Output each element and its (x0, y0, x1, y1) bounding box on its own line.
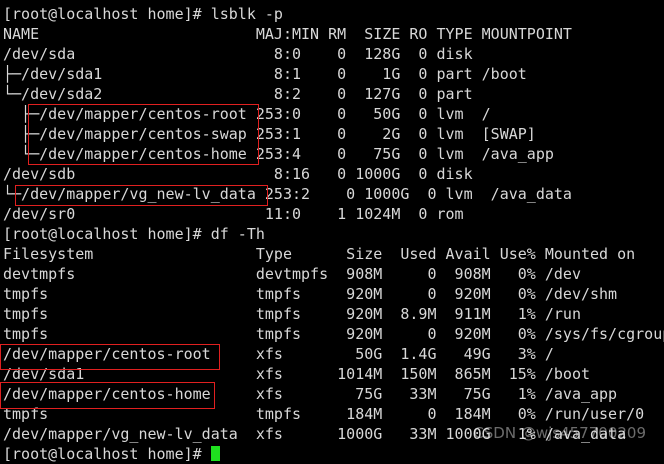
terminal-line: [root@localhost home]# lsblk -p (3, 5, 283, 23)
terminal-line: └─/dev/sda2 8:2 0 127G 0 part (3, 85, 473, 103)
terminal-line: [root@localhost home]# df -Th (3, 225, 265, 243)
terminal-window[interactable]: [root@localhost home]# lsblk -p NAME MAJ… (0, 0, 664, 463)
terminal-line: ├─/dev/sda1 8:1 0 1G 0 part /boot (3, 65, 527, 83)
terminal-line: ├─/dev/mapper/centos-swap 253:1 0 2G 0 l… (3, 125, 536, 143)
terminal-line: tmpfs tmpfs 920M 0 920M 0% /dev/shm (3, 285, 618, 303)
terminal-line: /dev/sda1 xfs 1014M 150M 865M 15% /boot (3, 365, 590, 383)
terminal-line: /dev/sda 8:0 0 128G 0 disk (3, 45, 473, 63)
watermark-text: CSDN @wjs457700209 (473, 424, 646, 442)
terminal-line: └─/dev/mapper/centos-home 253:4 0 75G 0 … (3, 145, 554, 163)
terminal-line: /dev/mapper/centos-root xfs 50G 1.4G 49G… (3, 345, 554, 363)
terminal-line: tmpfs tmpfs 920M 8.9M 911M 1% /run (3, 305, 581, 323)
terminal-line: tmpfs tmpfs 920M 0 920M 0% /sys/fs/cgrou… (3, 325, 664, 343)
terminal-line: tmpfs tmpfs 184M 0 184M 0% /run/user/0 (3, 405, 645, 423)
terminal-line: Filesystem Type Size Used Avail Use% Mou… (3, 245, 636, 263)
terminal-line: devtmpfs devtmpfs 908M 0 908M 0% /dev (3, 265, 581, 283)
terminal-line: /dev/mapper/centos-home xfs 75G 33M 75G … (3, 385, 618, 403)
terminal-line: NAME MAJ:MIN RM SIZE RO TYPE MOUNTPOINT (3, 25, 572, 43)
terminal-line: └─/dev/mapper/vg_new-lv_data 253:2 0 100… (3, 185, 572, 203)
prompt-line[interactable]: [root@localhost home]# (3, 444, 220, 464)
terminal-cursor (210, 446, 220, 461)
terminal-line: /dev/sdb 8:16 0 1000G 0 disk (3, 165, 473, 183)
terminal-line: /dev/sr0 11:0 1 1024M 0 rom (3, 205, 464, 223)
terminal-line: ├─/dev/mapper/centos-root 253:0 0 50G 0 … (3, 105, 491, 123)
prompt-text: [root@localhost home]# (3, 445, 211, 463)
